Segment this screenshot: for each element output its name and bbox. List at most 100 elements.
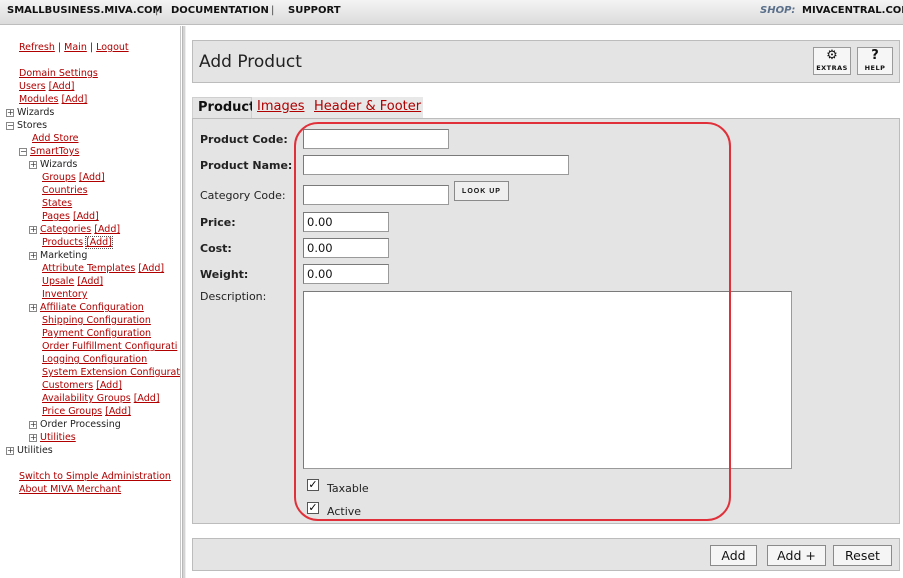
expand-icon[interactable]: + (6, 446, 14, 455)
tab-header-footer[interactable]: Header & Footer (309, 97, 423, 118)
main-link[interactable]: Main (64, 42, 87, 53)
nav-availability-groups-add[interactable]: [Add] (134, 393, 160, 404)
product-form: Product Code: Product Name: Category Cod… (192, 118, 900, 524)
nav-separator: | (57, 42, 62, 53)
product-code-label: Product Code: (200, 133, 288, 146)
shop-name-link[interactable]: MIVACENTRAL.COM (802, 5, 903, 16)
site-link[interactable]: SMALLBUSINESS.MIVA.COM (7, 5, 163, 16)
extras-icon: ⚙ (826, 48, 838, 63)
nav-affiliate-configuration[interactable]: Affiliate Configuration (40, 302, 144, 313)
taxable-label: Taxable (327, 482, 369, 495)
about-miva-link[interactable]: About MIVA Merchant (19, 484, 121, 495)
nav-price-groups-add[interactable]: [Add] (105, 406, 131, 417)
nav-domain-settings[interactable]: Domain Settings (19, 68, 98, 79)
nav-modules[interactable]: Modules (19, 94, 59, 105)
add-button[interactable]: Add (710, 545, 757, 566)
nav-add-store[interactable]: Add Store (32, 133, 79, 144)
expand-icon[interactable]: + (29, 420, 37, 429)
topbar-separator: | (155, 5, 159, 16)
nav-groups-add[interactable]: [Add] (79, 172, 105, 183)
nav-customers-add[interactable]: [Add] (96, 380, 122, 391)
nav-price-groups[interactable]: Price Groups (42, 406, 102, 417)
taxable-checkbox[interactable]: ✓ (307, 479, 319, 491)
collapse-icon[interactable]: − (19, 147, 27, 156)
nav-pages-add[interactable]: [Add] (73, 211, 99, 222)
nav-shipping-configuration[interactable]: Shipping Configuration (42, 315, 151, 326)
nav-wizards[interactable]: Wizards (17, 107, 54, 118)
price-field[interactable] (303, 212, 389, 232)
shop-label: SHOP: (760, 5, 796, 16)
nav-modules-add[interactable]: [Add] (62, 94, 88, 105)
weight-label: Weight: (200, 268, 249, 281)
nav-products-add[interactable]: [Add] (85, 236, 113, 249)
expand-icon[interactable]: + (29, 251, 37, 260)
nav-customers[interactable]: Customers (42, 380, 93, 391)
page-header: Add Product ⚙ EXTRAS ? HELP (192, 40, 900, 83)
reset-button[interactable]: Reset (833, 545, 892, 566)
expand-icon[interactable]: + (29, 433, 37, 442)
nav-stores[interactable]: Stores (17, 120, 47, 131)
active-label: Active (327, 505, 362, 518)
add-plus-button[interactable]: Add + (767, 545, 826, 566)
nav-marketing[interactable]: Marketing (40, 250, 87, 261)
nav-order-fulfillment[interactable]: Order Fulfillment Configurati (42, 341, 177, 352)
nav-upsale-add[interactable]: [Add] (77, 276, 103, 287)
nav-countries[interactable]: Countries (42, 185, 88, 196)
product-name-field[interactable] (303, 155, 569, 175)
cost-field[interactable] (303, 238, 389, 258)
nav-store-utilities[interactable]: Utilities (40, 432, 76, 443)
nav-attribute-templates-add[interactable]: [Add] (138, 263, 164, 274)
switch-simple-admin-link[interactable]: Switch to Simple Administration (19, 471, 171, 482)
support-link[interactable]: SUPPORT (288, 5, 341, 16)
description-field[interactable] (303, 291, 792, 469)
description-label: Description: (200, 290, 267, 303)
nav-utilities[interactable]: Utilities (17, 445, 53, 456)
nav-pages[interactable]: Pages (42, 211, 70, 222)
lookup-button[interactable]: LOOK UP (454, 181, 509, 201)
form-actions: Add Add + Reset (192, 538, 900, 571)
nav-categories[interactable]: Categories (40, 224, 91, 235)
category-code-field[interactable] (303, 185, 449, 205)
nav-attribute-templates[interactable]: Attribute Templates (42, 263, 135, 274)
category-code-label: Category Code: (200, 189, 286, 202)
logout-link[interactable]: Logout (96, 42, 129, 53)
extras-button[interactable]: ⚙ EXTRAS (813, 47, 851, 75)
topbar-separator: | (271, 5, 275, 16)
nav-availability-groups[interactable]: Availability Groups (42, 393, 131, 404)
active-checkbox[interactable]: ✓ (307, 502, 319, 514)
nav-order-processing[interactable]: Order Processing (40, 419, 121, 430)
expand-icon[interactable]: + (6, 108, 14, 117)
collapse-icon[interactable]: − (6, 121, 14, 130)
product-code-field[interactable] (303, 129, 449, 149)
left-nav: Refresh | Main | Logout Domain Settings … (0, 26, 181, 578)
product-name-label: Product Name: (200, 159, 293, 172)
nav-categories-add[interactable]: [Add] (94, 224, 120, 235)
expand-icon[interactable]: + (29, 303, 37, 312)
nav-store-wizards[interactable]: Wizards (40, 159, 77, 170)
nav-separator: | (89, 42, 94, 53)
nav-users[interactable]: Users (19, 81, 46, 92)
top-bar: SMALLBUSINESS.MIVA.COM | DOCUMENTATION |… (0, 0, 903, 25)
nav-system-extension[interactable]: System Extension Configurat (42, 367, 180, 378)
nav-users-add[interactable]: [Add] (49, 81, 75, 92)
nav-states[interactable]: States (42, 198, 72, 209)
nav-products[interactable]: Products (42, 237, 83, 248)
nav-splitter[interactable] (182, 26, 186, 578)
cost-label: Cost: (200, 242, 232, 255)
nav-groups[interactable]: Groups (42, 172, 76, 183)
documentation-link[interactable]: DOCUMENTATION (171, 5, 269, 16)
nav-upsale[interactable]: Upsale (42, 276, 74, 287)
nav-smarttoys[interactable]: SmartToys (30, 146, 79, 157)
price-label: Price: (200, 216, 236, 229)
help-label: HELP (864, 64, 886, 72)
nav-logging-configuration[interactable]: Logging Configuration (42, 354, 147, 365)
expand-icon[interactable]: + (29, 225, 37, 234)
nav-payment-configuration[interactable]: Payment Configuration (42, 328, 151, 339)
tab-images[interactable]: Images (252, 97, 309, 118)
weight-field[interactable] (303, 264, 389, 284)
refresh-link[interactable]: Refresh (19, 42, 55, 53)
tab-product[interactable]: Product (192, 97, 255, 118)
help-button[interactable]: ? HELP (857, 47, 893, 75)
nav-inventory[interactable]: Inventory (42, 289, 87, 300)
expand-icon[interactable]: + (29, 160, 37, 169)
